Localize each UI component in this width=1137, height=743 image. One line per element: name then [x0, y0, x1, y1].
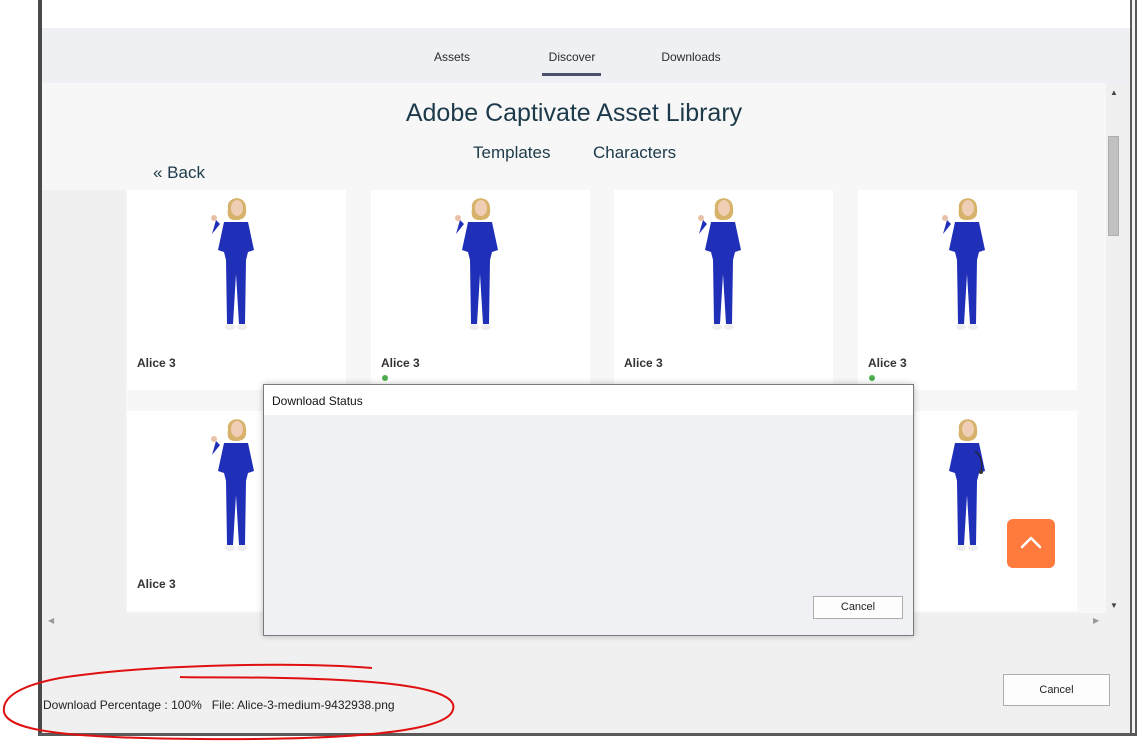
tab-discover[interactable]: Discover [549, 50, 596, 64]
tab-bar: Assets Discover Downloads [42, 28, 1130, 83]
left-gutter [42, 190, 126, 613]
scroll-left-arrow[interactable]: ◀ [48, 616, 54, 625]
download-status-dialog: Download Status Cancel [263, 384, 914, 636]
scroll-thumb[interactable] [1108, 136, 1119, 236]
character-card[interactable]: Alice 3 [614, 190, 833, 390]
window-cancel-button[interactable]: Cancel [1003, 674, 1110, 706]
character-image [942, 198, 985, 330]
red-annotation-circle [2, 663, 455, 741]
dialog-title: Download Status [272, 394, 363, 408]
window-top-area [42, 0, 1130, 28]
chevron-up-icon [1020, 536, 1042, 549]
character-card[interactable]: Alice 3 [858, 190, 1077, 390]
character-image [455, 198, 498, 330]
characters-link[interactable]: Characters [593, 143, 676, 163]
desktop-left-edge [0, 0, 38, 743]
tab-downloads[interactable]: Downloads [661, 50, 720, 64]
scroll-up-arrow[interactable]: ▲ [1110, 88, 1118, 97]
dialog-cancel-button[interactable]: Cancel [813, 596, 903, 619]
templates-link[interactable]: Templates [473, 143, 550, 163]
character-image [211, 419, 254, 551]
back-link[interactable]: « Back [153, 163, 205, 183]
scroll-down-arrow[interactable]: ▼ [1110, 601, 1118, 610]
character-card[interactable]: Alice 3 [127, 190, 346, 390]
character-image [698, 198, 741, 330]
window-right-border [1130, 0, 1137, 735]
character-image [211, 198, 254, 330]
character-name: Alice 3 [868, 356, 907, 370]
character-image [949, 419, 985, 551]
vertical-scrollbar[interactable]: ▲ ▼ [1106, 83, 1122, 613]
dialog-titlebar: Download Status [264, 385, 913, 415]
page-title: Adobe Captivate Asset Library [405, 99, 743, 127]
tab-assets[interactable]: Assets [434, 50, 470, 64]
character-name: Alice 3 [137, 577, 176, 591]
character-name: Alice 3 [624, 356, 663, 370]
downloaded-indicator [869, 375, 875, 381]
scroll-right-arrow[interactable]: ▶ [1093, 616, 1099, 625]
downloaded-indicator [382, 375, 388, 381]
active-tab-indicator [542, 73, 601, 76]
character-name: Alice 3 [381, 356, 420, 370]
character-name: Alice 3 [137, 356, 176, 370]
scroll-to-top-button[interactable] [1007, 519, 1055, 568]
character-card[interactable]: Alice 3 [371, 190, 590, 390]
